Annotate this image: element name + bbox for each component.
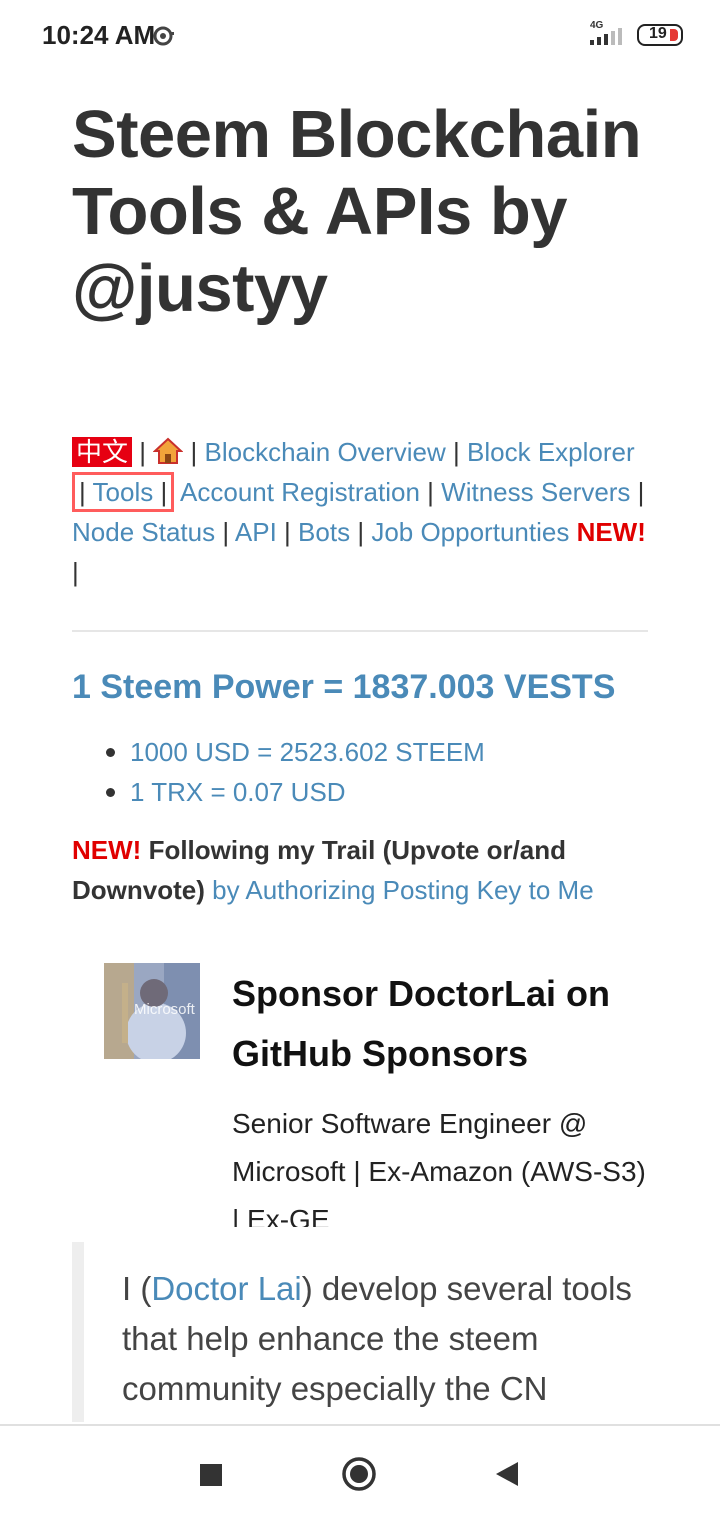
status-bar: 10:24 AM 4G 19 xyxy=(0,0,720,70)
nav-block-explorer-link[interactable]: Block Explorer xyxy=(467,437,635,467)
recents-button[interactable] xyxy=(200,1464,222,1486)
back-button[interactable] xyxy=(494,1460,520,1488)
home-button[interactable] xyxy=(341,1456,377,1492)
page-title: Steem Blockchain Tools & APIs by @justyy xyxy=(72,97,642,326)
system-nav-bar xyxy=(0,1424,720,1520)
nav-chinese-link[interactable]: 中文 xyxy=(72,437,133,467)
nav-api-link[interactable]: API xyxy=(235,517,277,547)
trail-notice: NEW! Following my Trail (Upvote or/and D… xyxy=(72,830,652,910)
nav-account-registration-link[interactable]: Account Registration xyxy=(180,477,420,507)
rates-list: 1000 USD = 2523.602 STEEM 1 TRX = 0.07 U… xyxy=(106,732,485,812)
battery-level: 19 xyxy=(649,25,667,42)
tools-highlight-box: | Tools | xyxy=(72,472,175,512)
sponsor-title[interactable]: Sponsor DoctorLai on GitHub Sponsors xyxy=(232,964,652,1084)
rate-trx-usd-link[interactable]: 1 TRX = 0.07 USD xyxy=(130,777,346,807)
status-time: 10:24 AM xyxy=(42,20,156,50)
nav-node-status-link[interactable]: Node Status xyxy=(72,517,215,547)
sync-icon xyxy=(153,26,174,46)
nav-job-opportunties-link[interactable]: Job Opportunties xyxy=(371,517,569,547)
nav-bots-link[interactable]: Bots xyxy=(298,517,350,547)
avatar-caption: Microsoft xyxy=(134,1001,195,1018)
new-badge: NEW! xyxy=(72,835,142,865)
divider xyxy=(72,630,648,632)
battery-icon: 19 xyxy=(637,24,683,46)
doctor-lai-link[interactable]: Doctor Lai xyxy=(151,1270,301,1307)
authorize-posting-key-link[interactable]: by Authorizing Posting Key to Me xyxy=(212,875,594,905)
steem-power-heading-link[interactable]: 1 Steem Power = 1837.003 VESTS xyxy=(72,668,615,707)
rate-usd-steem-link[interactable]: 1000 USD = 2523.602 STEEM xyxy=(130,737,485,767)
nav-blockchain-overview-link[interactable]: Blockchain Overview xyxy=(204,437,445,467)
nav-tools-link[interactable]: Tools xyxy=(93,477,154,507)
sponsor-description: Senior Software Engineer @ Microsoft | E… xyxy=(232,1108,646,1227)
home-icon[interactable] xyxy=(153,437,184,465)
avatar[interactable]: Microsoft xyxy=(104,963,200,1059)
signal-icon xyxy=(590,28,622,45)
nav-witness-servers-link[interactable]: Witness Servers xyxy=(441,477,630,507)
list-item: 1 TRX = 0.07 USD xyxy=(106,772,485,812)
intro-blockquote: I (Doctor Lai) develop several tools tha… xyxy=(72,1242,648,1422)
new-badge: NEW! xyxy=(576,517,646,547)
site-nav: 中文 | | Blockchain Overview | Block Explo… xyxy=(72,437,646,587)
list-item: 1000 USD = 2523.602 STEEM xyxy=(106,732,485,772)
